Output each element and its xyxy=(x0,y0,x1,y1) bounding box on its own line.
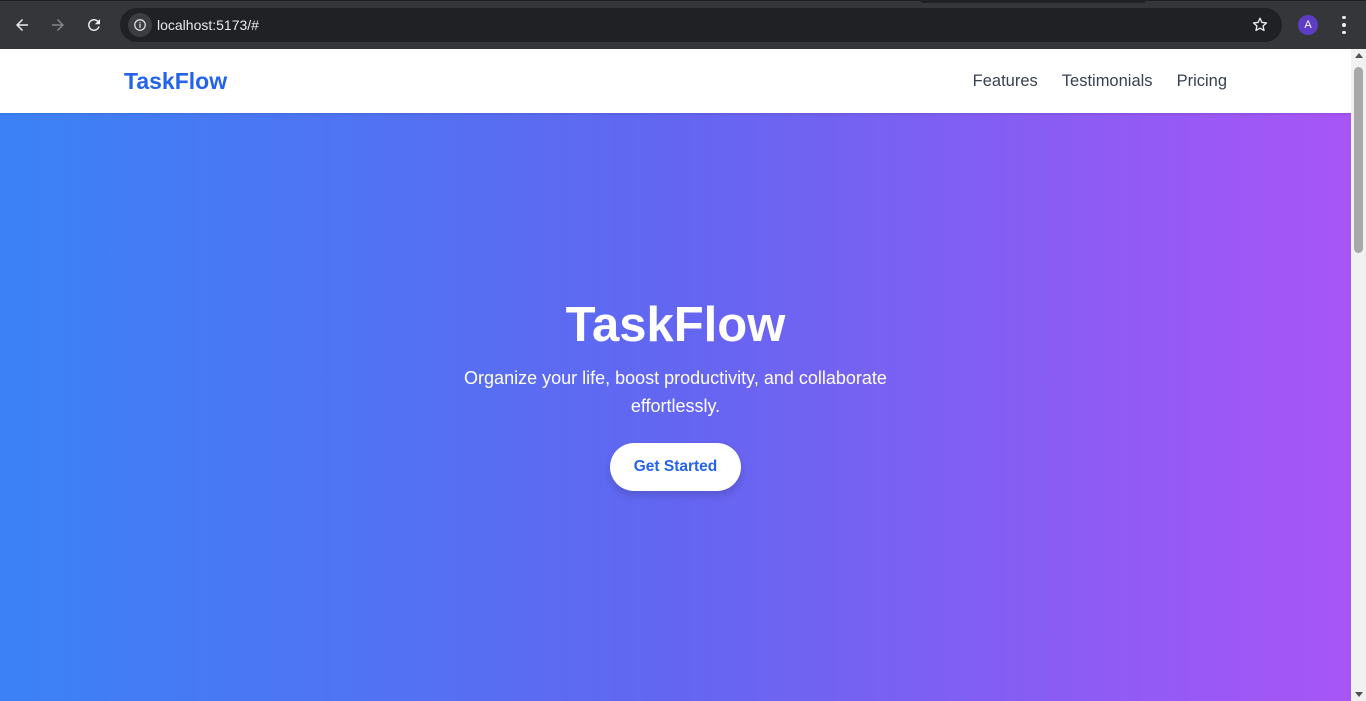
hero-title: TaskFlow xyxy=(565,298,786,352)
hero-section: TaskFlow Organize your life, boost produ… xyxy=(0,113,1351,701)
get-started-button[interactable]: Get Started xyxy=(610,443,741,491)
page-scrollbar[interactable] xyxy=(1351,49,1366,701)
page-viewport: TaskFlow Features Testimonials Pricing T… xyxy=(0,49,1351,701)
browser-toolbar: localhost:5173/# A xyxy=(0,0,1366,49)
back-arrow-icon xyxy=(16,19,28,31)
scroll-down-arrow-icon[interactable] xyxy=(1355,692,1363,697)
hero-subtitle: Organize your life, boost productivity, … xyxy=(464,368,887,416)
active-tab-edge xyxy=(920,0,1146,3)
profile-avatar[interactable]: A xyxy=(1298,15,1318,35)
nav-link-features[interactable]: Features xyxy=(973,72,1038,91)
scroll-up-arrow-icon[interactable] xyxy=(1355,53,1363,58)
forward-arrow-icon xyxy=(52,19,64,31)
nav-link-pricing[interactable]: Pricing xyxy=(1177,72,1227,91)
menu-dots-icon[interactable] xyxy=(1336,14,1352,36)
brand-logo[interactable]: TaskFlow xyxy=(124,68,227,95)
tab-strip-edge xyxy=(0,0,1366,1)
scroll-thumb[interactable] xyxy=(1354,67,1363,253)
info-icon[interactable] xyxy=(128,13,152,37)
reload-button[interactable] xyxy=(80,11,108,39)
site-header: TaskFlow Features Testimonials Pricing xyxy=(0,49,1351,113)
url-text[interactable]: localhost:5173/# xyxy=(157,17,259,33)
nav-link-testimonials[interactable]: Testimonials xyxy=(1062,72,1153,91)
reload-icon xyxy=(87,18,100,31)
address-bar[interactable]: localhost:5173/# xyxy=(120,8,1282,42)
star-icon[interactable] xyxy=(1250,15,1270,35)
back-button[interactable] xyxy=(8,11,36,39)
forward-button[interactable] xyxy=(44,11,72,39)
site-nav: Features Testimonials Pricing xyxy=(973,72,1227,91)
